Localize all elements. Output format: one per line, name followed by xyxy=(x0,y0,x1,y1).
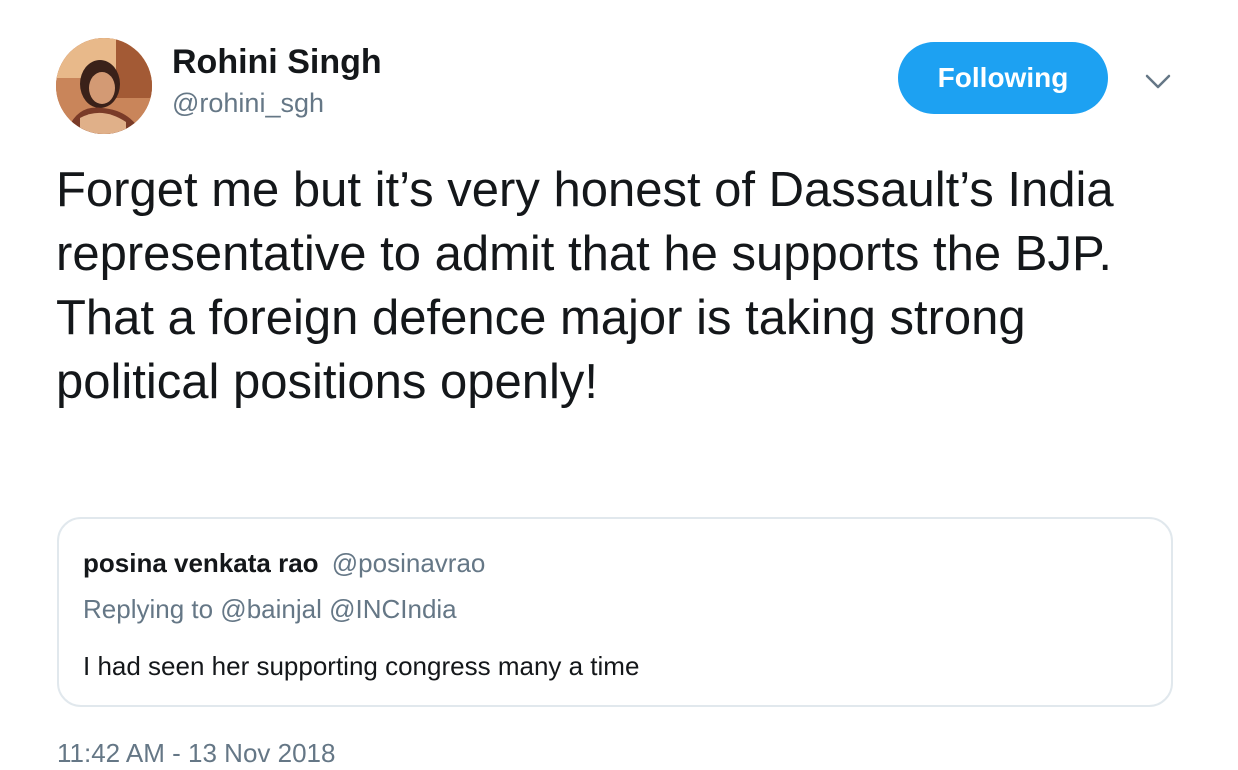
following-button[interactable]: Following xyxy=(898,42,1108,114)
author-name[interactable]: Rohini Singh xyxy=(172,41,382,83)
avatar[interactable] xyxy=(56,38,152,134)
tweet-timestamp[interactable]: 11:42 AM - 13 Nov 2018 xyxy=(57,736,335,770)
tweet-text: Forget me but it’s very honest of Dassau… xyxy=(56,163,1114,409)
author-handle[interactable]: @rohini_sgh xyxy=(172,86,324,120)
quoted-tweet-text: I had seen her supporting congress many … xyxy=(83,651,640,681)
quoted-tweet-header: posina venkata rao @posinavrao xyxy=(83,547,485,579)
avatar-image xyxy=(56,38,152,134)
quoted-author-name: posina venkata rao xyxy=(83,548,319,578)
quoted-replying-to: Replying to @bainjal @INCIndia xyxy=(83,594,457,624)
chevron-down-icon[interactable] xyxy=(1141,68,1175,96)
quoted-tweet-card[interactable]: posina venkata rao @posinavrao Replying … xyxy=(57,517,1173,707)
quoted-author-handle: @posinavrao xyxy=(331,548,486,578)
